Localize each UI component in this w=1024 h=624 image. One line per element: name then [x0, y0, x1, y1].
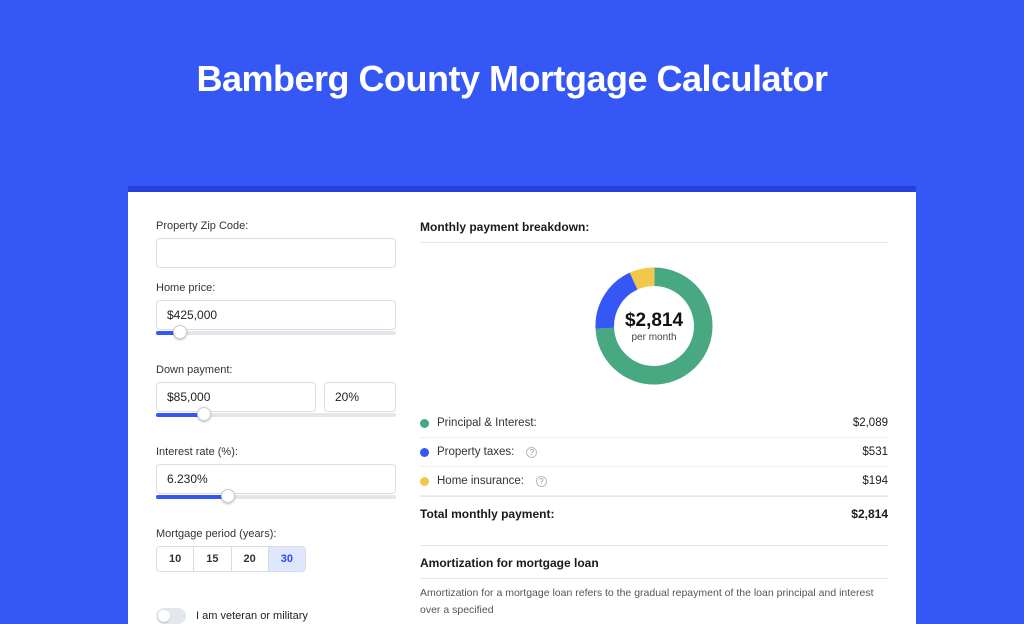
value-total: $2,814: [851, 507, 888, 521]
veteran-toggle[interactable]: [156, 608, 186, 624]
label-principal: Principal & Interest:: [437, 417, 537, 429]
zip-input[interactable]: [156, 238, 396, 268]
row-insurance: Home insurance: ? $194: [420, 467, 888, 496]
value-insurance: $194: [862, 475, 888, 487]
interest-label: Interest rate (%):: [156, 446, 396, 458]
donut-amount: $2,814: [625, 310, 683, 332]
label-total: Total monthly payment:: [420, 507, 554, 521]
down-payment-slider[interactable]: [156, 408, 396, 422]
dot-taxes: [420, 448, 429, 457]
label-taxes: Property taxes:: [437, 446, 514, 458]
value-taxes: $531: [862, 446, 888, 458]
toggle-knob: [158, 610, 170, 622]
veteran-label: I am veteran or military: [196, 610, 308, 622]
donut-chart: $2,814 per month: [420, 261, 888, 391]
zip-field: Property Zip Code:: [156, 220, 396, 268]
down-payment-label: Down payment:: [156, 364, 396, 376]
row-principal: Principal & Interest: $2,089: [420, 409, 888, 438]
dot-insurance: [420, 477, 429, 486]
value-principal: $2,089: [853, 417, 888, 429]
label-insurance: Home insurance:: [437, 475, 524, 487]
summary-column: Monthly payment breakdown: $2,814 per mo…: [420, 220, 888, 624]
donut-sub: per month: [625, 332, 683, 343]
info-icon[interactable]: ?: [526, 447, 537, 458]
period-field: Mortgage period (years): 10 15 20 30: [156, 528, 396, 572]
row-total: Total monthly payment: $2,814: [420, 496, 888, 531]
amort-heading: Amortization for mortgage loan: [420, 545, 888, 578]
amort-text: Amortization for a mortgage loan refers …: [420, 578, 888, 619]
home-price-field: Home price: $425,000: [156, 282, 396, 350]
interest-field: Interest rate (%): 6.230%: [156, 446, 396, 514]
info-icon[interactable]: ?: [536, 476, 547, 487]
interest-slider[interactable]: [156, 490, 396, 504]
donut-center: $2,814 per month: [625, 310, 683, 343]
page-title: Bamberg County Mortgage Calculator: [0, 58, 1024, 100]
period-btn-15[interactable]: 15: [194, 547, 231, 571]
row-taxes: Property taxes: ? $531: [420, 438, 888, 467]
period-label: Mortgage period (years):: [156, 528, 396, 540]
period-button-group: 10 15 20 30: [156, 546, 306, 572]
breakdown-heading: Monthly payment breakdown:: [420, 220, 888, 243]
input-column: Property Zip Code: Home price: $425,000 …: [156, 220, 396, 624]
home-price-slider[interactable]: [156, 326, 396, 340]
zip-label: Property Zip Code:: [156, 220, 396, 232]
dot-principal: [420, 419, 429, 428]
period-btn-10[interactable]: 10: [157, 547, 194, 571]
calculator-card: Property Zip Code: Home price: $425,000 …: [128, 186, 916, 624]
down-payment-field: Down payment: $85,000 20%: [156, 364, 396, 432]
home-price-label: Home price:: [156, 282, 396, 294]
period-btn-30[interactable]: 30: [269, 547, 305, 571]
veteran-row: I am veteran or military: [156, 608, 396, 624]
period-btn-20[interactable]: 20: [232, 547, 269, 571]
